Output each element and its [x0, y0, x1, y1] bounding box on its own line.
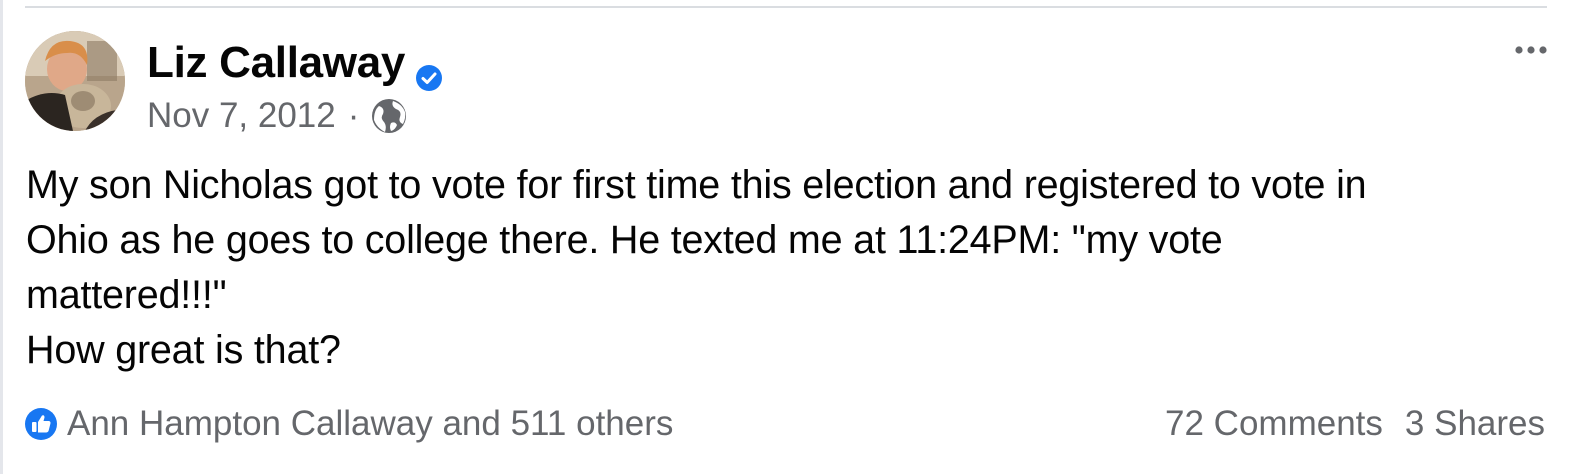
- author-name[interactable]: Liz Callaway: [147, 38, 405, 88]
- post-meta: Nov 7, 2012 ·: [147, 96, 409, 136]
- verified-badge-icon: [415, 53, 443, 91]
- reactions-text: Ann Hampton Callaway and 511 others: [67, 404, 674, 443]
- post-text: My son Nicholas got to vote for first ti…: [26, 163, 1367, 372]
- top-divider: [25, 6, 1547, 8]
- more-options-icon[interactable]: [1511, 40, 1551, 60]
- comments-count[interactable]: 72 Comments: [1165, 404, 1383, 444]
- author-name-row: Liz Callaway: [147, 38, 443, 91]
- reactions-summary[interactable]: Ann Hampton Callaway and 511 others: [24, 404, 673, 444]
- like-icon: [24, 407, 58, 441]
- avatar-photo: [25, 31, 125, 131]
- meta-separator: ·: [347, 96, 360, 135]
- shares-count[interactable]: 3 Shares: [1405, 404, 1545, 444]
- avatar[interactable]: [25, 31, 125, 131]
- post-date[interactable]: Nov 7, 2012: [147, 96, 336, 136]
- left-border: [0, 0, 3, 474]
- engagement-counts: 72 Comments 3 Shares: [1165, 404, 1545, 444]
- globe-icon[interactable]: [369, 96, 409, 136]
